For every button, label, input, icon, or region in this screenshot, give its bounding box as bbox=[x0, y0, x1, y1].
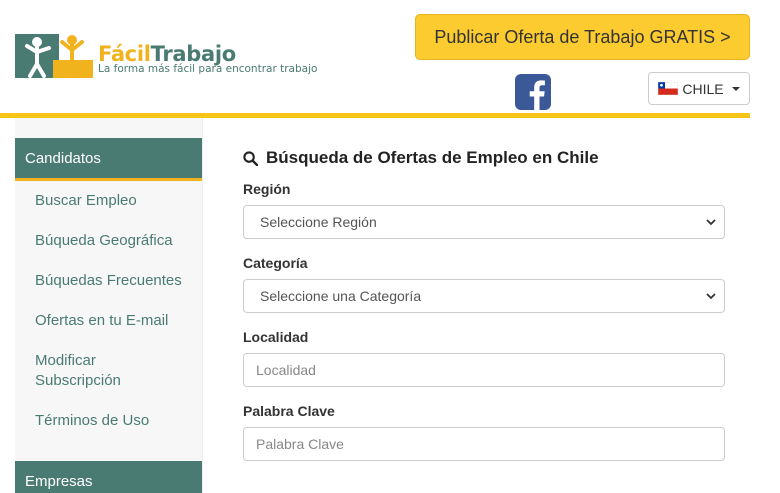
search-title: Búsqueda de Ofertas de Empleo en Chile bbox=[243, 148, 599, 168]
category-select-value: Seleccione una Categoría bbox=[260, 288, 422, 304]
country-dropdown[interactable]: CHILE bbox=[648, 72, 750, 105]
search-title-text: Búsqueda de Ofertas de Empleo en Chile bbox=[266, 148, 599, 167]
chevron-down-icon bbox=[706, 293, 716, 300]
country-label: CHILE bbox=[682, 80, 724, 97]
search-icon bbox=[243, 150, 258, 166]
publish-offer-button[interactable]: Publicar Oferta de Trabajo GRATIS > bbox=[415, 14, 750, 60]
chevron-down-icon bbox=[706, 219, 716, 226]
region-label: Región bbox=[243, 181, 291, 197]
category-label: Categoría bbox=[243, 255, 308, 271]
sidebar: Candidatos Buscar Empleo Búqueda Geográf… bbox=[15, 118, 203, 493]
logo-figures-icon bbox=[15, 34, 93, 78]
sidebar-item-busqueda-geografica[interactable]: Búqueda Geográfica bbox=[35, 231, 195, 251]
region-select-value: Seleccione Región bbox=[260, 214, 377, 230]
keyword-input[interactable] bbox=[256, 436, 712, 452]
locality-input[interactable] bbox=[256, 362, 712, 378]
facebook-icon[interactable] bbox=[515, 74, 551, 110]
sidebar-item-ofertas-email[interactable]: Ofertas en tu E-mail bbox=[35, 311, 195, 331]
sidebar-item-buscar-empleo[interactable]: Buscar Empleo bbox=[35, 191, 195, 211]
region-select[interactable]: Seleccione Región bbox=[243, 205, 725, 239]
brand-tagline: La forma más fácil para encontrar trabaj… bbox=[98, 63, 318, 75]
category-select[interactable]: Seleccione una Categoría bbox=[243, 279, 725, 313]
keyword-label: Palabra Clave bbox=[243, 403, 335, 419]
locality-field[interactable] bbox=[243, 353, 725, 387]
caret-down-icon bbox=[731, 86, 740, 91]
keyword-field[interactable] bbox=[243, 427, 725, 461]
locality-label: Localidad bbox=[243, 329, 309, 345]
chile-flag-icon bbox=[658, 82, 679, 95]
site-logo[interactable]: FácilTrabajo La forma más fácil para enc… bbox=[15, 32, 318, 80]
sidebar-item-modificar-subscripcion[interactable]: Modificar Subscripción bbox=[35, 351, 145, 391]
sidebar-heading-candidates[interactable]: Candidatos bbox=[15, 138, 202, 181]
sidebar-item-terminos-uso[interactable]: Términos de Uso bbox=[35, 411, 195, 431]
sidebar-heading-companies[interactable]: Empresas bbox=[15, 461, 202, 493]
sidebar-item-busquedas-frecuentes[interactable]: Búquedas Frecuentes bbox=[35, 271, 195, 291]
